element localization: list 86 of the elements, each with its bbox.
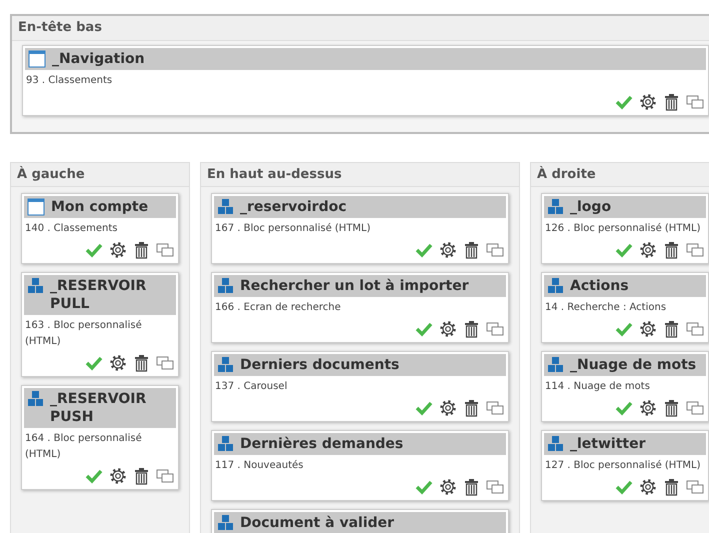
block-title: Rechercher un lot à importer [240, 277, 469, 295]
block-description: 164 . Bloc personnalisé (HTML) [24, 432, 143, 462]
blocks-icon [217, 435, 234, 452]
trash-icon[interactable] [663, 320, 680, 338]
blocks-icon [217, 514, 234, 531]
windows-icon[interactable] [686, 320, 704, 338]
windows-icon[interactable] [156, 241, 174, 259]
settings-icon[interactable] [109, 354, 127, 372]
block-title: _logo [570, 198, 612, 216]
trash-icon[interactable] [663, 241, 680, 259]
block-title: _reservoirdoc [240, 198, 347, 216]
window-icon [28, 50, 46, 68]
windows-icon[interactable] [686, 92, 704, 110]
settings-icon[interactable] [109, 467, 127, 485]
settings-icon[interactable] [639, 241, 657, 259]
blocks-icon [217, 277, 234, 294]
blocks-icon [547, 356, 564, 373]
block-title: _RESERVOIR PUSH [50, 390, 148, 426]
block-description: 114 . Nuage de mots [544, 380, 651, 394]
block-description: 117 . Nouveautés [214, 459, 304, 473]
settings-icon[interactable] [109, 241, 127, 259]
block-title: _Nuage de mots [570, 356, 696, 374]
blocks-icon [27, 277, 44, 294]
trash-icon[interactable] [463, 399, 480, 417]
windows-icon[interactable] [156, 467, 174, 485]
trash-icon[interactable] [463, 320, 480, 338]
block-title: Mon compte [51, 198, 148, 216]
check-icon[interactable] [85, 354, 103, 372]
block-title: _letwitter [570, 435, 646, 453]
check-icon[interactable] [615, 478, 633, 496]
trash-icon[interactable] [663, 478, 680, 496]
windows-icon[interactable] [686, 478, 704, 496]
settings-icon[interactable] [439, 399, 457, 417]
settings-icon[interactable] [639, 478, 657, 496]
block-description: 140 . Classements [24, 222, 118, 236]
block-description: 127 . Bloc personnalisé (HTML) [544, 459, 702, 473]
settings-icon[interactable] [439, 241, 457, 259]
blocks-icon [217, 198, 234, 215]
block-description: 14 . Recherche : Actions [544, 301, 668, 315]
block-description: 126 . Bloc personnalisé (HTML) [544, 222, 702, 236]
check-icon[interactable] [615, 241, 633, 259]
block-description: 167 . Bloc personnalisé (HTML) [214, 222, 372, 236]
windows-icon[interactable] [686, 399, 704, 417]
check-icon[interactable] [415, 399, 433, 417]
check-icon[interactable] [85, 241, 103, 259]
trash-icon[interactable] [133, 241, 150, 259]
settings-icon[interactable] [639, 399, 657, 417]
check-icon[interactable] [415, 241, 433, 259]
block-title: _Navigation [52, 50, 145, 68]
window-icon [27, 198, 45, 216]
blocks-icon [547, 435, 564, 452]
trash-icon[interactable] [463, 478, 480, 496]
settings-icon[interactable] [639, 320, 657, 338]
block-title: Document à valider [240, 514, 394, 532]
blocks-icon [547, 277, 564, 294]
check-icon[interactable] [615, 399, 633, 417]
check-icon[interactable] [615, 320, 633, 338]
trash-icon[interactable] [463, 241, 480, 259]
block-description: 166 . Ecran de recherche [214, 301, 342, 315]
settings-icon[interactable] [439, 320, 457, 338]
windows-icon[interactable] [486, 241, 504, 259]
check-icon[interactable] [85, 467, 103, 485]
blocks-icon [27, 390, 44, 407]
zone-title: En-tête bas [12, 16, 709, 40]
windows-icon[interactable] [156, 354, 174, 372]
block-title: Derniers documents [240, 356, 400, 374]
check-icon[interactable] [415, 478, 433, 496]
block-description: 137 . Carousel [214, 380, 288, 394]
trash-icon[interactable] [133, 467, 150, 485]
block-title: _RESERVOIR PULL [50, 277, 148, 313]
windows-icon[interactable] [486, 478, 504, 496]
block-description: 93 . Classements [25, 74, 114, 88]
settings-icon[interactable] [439, 478, 457, 496]
windows-icon[interactable] [486, 399, 504, 417]
trash-icon[interactable] [663, 92, 680, 110]
windows-icon[interactable] [686, 241, 704, 259]
check-icon[interactable] [415, 320, 433, 338]
blocks-icon [547, 198, 564, 215]
trash-icon[interactable] [663, 399, 680, 417]
trash-icon[interactable] [133, 354, 150, 372]
blocks-icon [217, 356, 234, 373]
block-title: Actions [570, 277, 629, 295]
settings-icon[interactable] [639, 92, 657, 110]
windows-icon[interactable] [486, 320, 504, 338]
block-description: 163 . Bloc personnalisé (HTML) [24, 319, 143, 349]
block-title: Dernières demandes [240, 435, 404, 453]
